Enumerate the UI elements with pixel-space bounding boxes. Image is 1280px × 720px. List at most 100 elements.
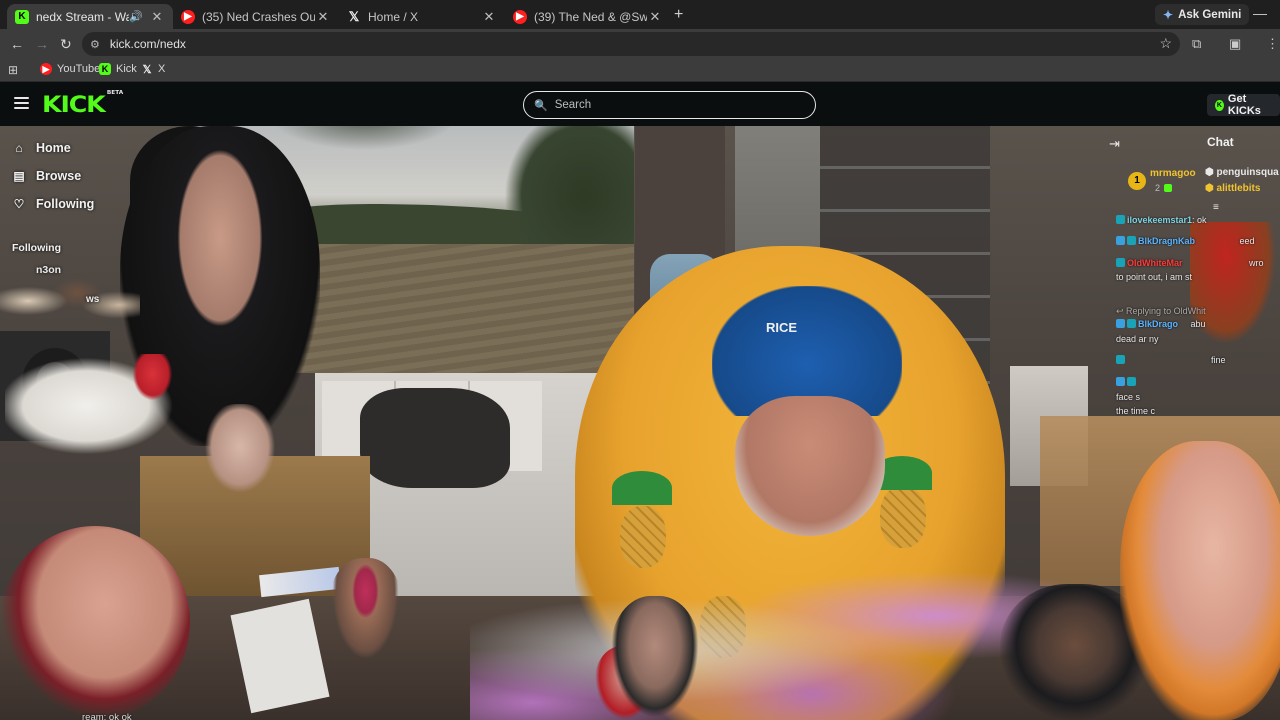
reply-text: Replying to OldWhit (1126, 306, 1206, 316)
reply-reference: ↩ Replying to OldWhit (1116, 306, 1206, 316)
new-tab-button[interactable]: + (674, 6, 683, 24)
sidebar-item-label: Home (36, 141, 71, 155)
url-text: kick.com/nedx (109, 37, 186, 51)
overlay-person-sunglasses (610, 596, 700, 720)
badge-icon (1116, 355, 1125, 364)
badge-icon (1116, 319, 1125, 328)
heart-icon: ♡ (13, 197, 25, 211)
apps-grid-icon[interactable]: ⊞ (8, 63, 18, 77)
kick-icon: K (15, 9, 29, 24)
forward-arrow-icon[interactable]: → (35, 36, 49, 52)
minimize-window-button[interactable]: — (1253, 5, 1267, 21)
close-icon[interactable]: ✕ (481, 9, 497, 25)
menu-icon[interactable]: ⋮ (1266, 36, 1279, 52)
x-icon: 𝕏 (348, 8, 360, 24)
chat-username[interactable]: ilovekeemstar1 (1127, 215, 1192, 225)
chat-username[interactable]: BlkDragnKab (1138, 236, 1195, 246)
cap-text: RICE (766, 320, 798, 335)
site-info-icon[interactable]: ⚙ (90, 38, 100, 51)
tab-youtube-the-ned[interactable]: ▶ (39) The Ned & @SwimmerNich ✕ (505, 4, 671, 29)
tab-title: Home / X (368, 9, 419, 24)
ask-gemini-button[interactable]: ✦ Ask Gemini (1155, 4, 1250, 25)
search-input[interactable]: 🔍 Search (523, 91, 816, 119)
kick-header: KICKBETA 🔍 Search K Get KICKs (0, 82, 1280, 126)
chat-username[interactable]: OldWhiteMar (1127, 258, 1183, 268)
search-icon: 🔍 (534, 99, 548, 112)
address-bar[interactable]: ⚙ kick.com/nedx ☆ (82, 32, 1180, 56)
bookmark-youtube[interactable]: ▶ YouTube (40, 63, 100, 75)
kick-logo[interactable]: KICKBETA (42, 89, 124, 118)
badge-icon (1127, 377, 1136, 386)
beta-badge: BETA (106, 89, 124, 96)
leaderboard-user-name: alittlebits (1216, 183, 1261, 194)
overlay-person-pink-cap (328, 558, 403, 668)
bookmark-label: X (158, 63, 166, 75)
bookmark-kick[interactable]: K Kick (99, 63, 137, 75)
chat-message: ilovekeemstar1: ok (1116, 215, 1207, 225)
chat-message: fine (1116, 355, 1226, 365)
tab-youtube-ned-crashes[interactable]: ▶ (35) Ned Crashes Out And Start ✕ (173, 4, 339, 29)
badge-icon (1116, 236, 1125, 245)
extensions-icon[interactable]: ⧉ (1192, 36, 1201, 52)
speaker-icon[interactable]: 🔊 (129, 10, 143, 23)
chat-username[interactable]: BlkDrago (1138, 319, 1178, 329)
leaderboard-user-2[interactable]: ⬢ penguinsqua (1205, 167, 1279, 178)
kick-logo-text: KICK (42, 93, 106, 118)
youtube-icon: ▶ (181, 9, 195, 24)
badge-icon (1116, 377, 1125, 386)
chat-text: abu (1190, 319, 1206, 329)
backpack (360, 388, 510, 488)
rank-badge: 1 (1128, 172, 1146, 190)
chat-text: fine (1211, 355, 1226, 365)
kicks-coin-icon: K (1215, 99, 1224, 111)
x-icon: 𝕏 (142, 63, 152, 76)
sidebar-item-label: Browse (36, 169, 82, 183)
chat-text: wro (1249, 258, 1264, 268)
tab-nedx-stream[interactable]: K nedx Stream - Watch Live o 🔊 ✕ (7, 4, 173, 29)
reload-icon[interactable]: ↻ (60, 36, 72, 53)
ask-gemini-label: Ask Gemini (1178, 8, 1242, 21)
gift-icon (1164, 184, 1172, 192)
expand-leaderboard-icon[interactable]: ≡ (1213, 202, 1219, 213)
youtube-icon: ▶ (513, 9, 527, 24)
collapse-chat-icon[interactable]: ⇥ (1109, 136, 1120, 152)
chat-overlay-text: ream: ok ok (82, 712, 132, 720)
chat-text: eed (1239, 236, 1255, 246)
bookmark-star-icon[interactable]: ☆ (1159, 35, 1172, 52)
following-heading: Following (12, 242, 61, 254)
gift-count: 2 (1155, 183, 1161, 193)
sidebar-item-home[interactable]: ⌂ Home (12, 141, 71, 155)
side-panel-icon[interactable]: ▣ (1229, 36, 1241, 52)
get-kicks-label: Get KICKs (1227, 93, 1261, 117)
back-arrow-icon[interactable]: ← (10, 36, 24, 52)
close-icon[interactable]: ✕ (149, 9, 165, 25)
chat-message: OldWhiteMar wro (1116, 258, 1264, 268)
youtube-icon: ▶ (40, 63, 52, 75)
leaderboard-user-3[interactable]: ⬢ alittlebits (1205, 183, 1260, 194)
search-placeholder: Search (554, 99, 592, 111)
tab-title: nedx Stream - Watch Live o (36, 9, 130, 24)
chat-text: : ok (1192, 215, 1207, 225)
leaderboard-user[interactable]: mrmagoo (1150, 168, 1196, 179)
gemini-sparkle-icon: ✦ (1163, 7, 1174, 22)
followed-channel[interactable]: ws (86, 294, 99, 305)
close-icon[interactable]: ✕ (315, 9, 331, 25)
bookmark-label: YouTube (57, 63, 101, 75)
browse-icon: ▤ (13, 169, 25, 183)
hamburger-menu-icon[interactable] (14, 97, 29, 109)
browser-tab-strip: K nedx Stream - Watch Live o 🔊 ✕ ▶ (35) … (0, 0, 1280, 29)
chat-message-continued: dead ar ny (1116, 334, 1159, 344)
chat-title: Chat (1207, 135, 1234, 149)
overlay-person-bottom-left (0, 526, 190, 720)
followed-channel[interactable]: n3on (36, 264, 61, 276)
close-icon[interactable]: ✕ (647, 9, 663, 25)
get-kicks-button[interactable]: K Get KICKs (1207, 93, 1280, 117)
sidebar-item-browse[interactable]: ▤ Browse (12, 169, 81, 183)
bookmark-x[interactable]: 𝕏 X (141, 63, 166, 76)
kick-icon: K (99, 63, 111, 75)
chat-message-continued: the time c (1116, 406, 1156, 416)
chat-message-continued: face s (1116, 392, 1141, 402)
sidebar-item-following[interactable]: ♡ Following (12, 197, 95, 211)
bookmarks-bar: ⊞ ▶ YouTube K Kick 𝕏 X (0, 59, 1280, 82)
tab-x-home[interactable]: 𝕏 Home / X ✕ (339, 4, 505, 29)
